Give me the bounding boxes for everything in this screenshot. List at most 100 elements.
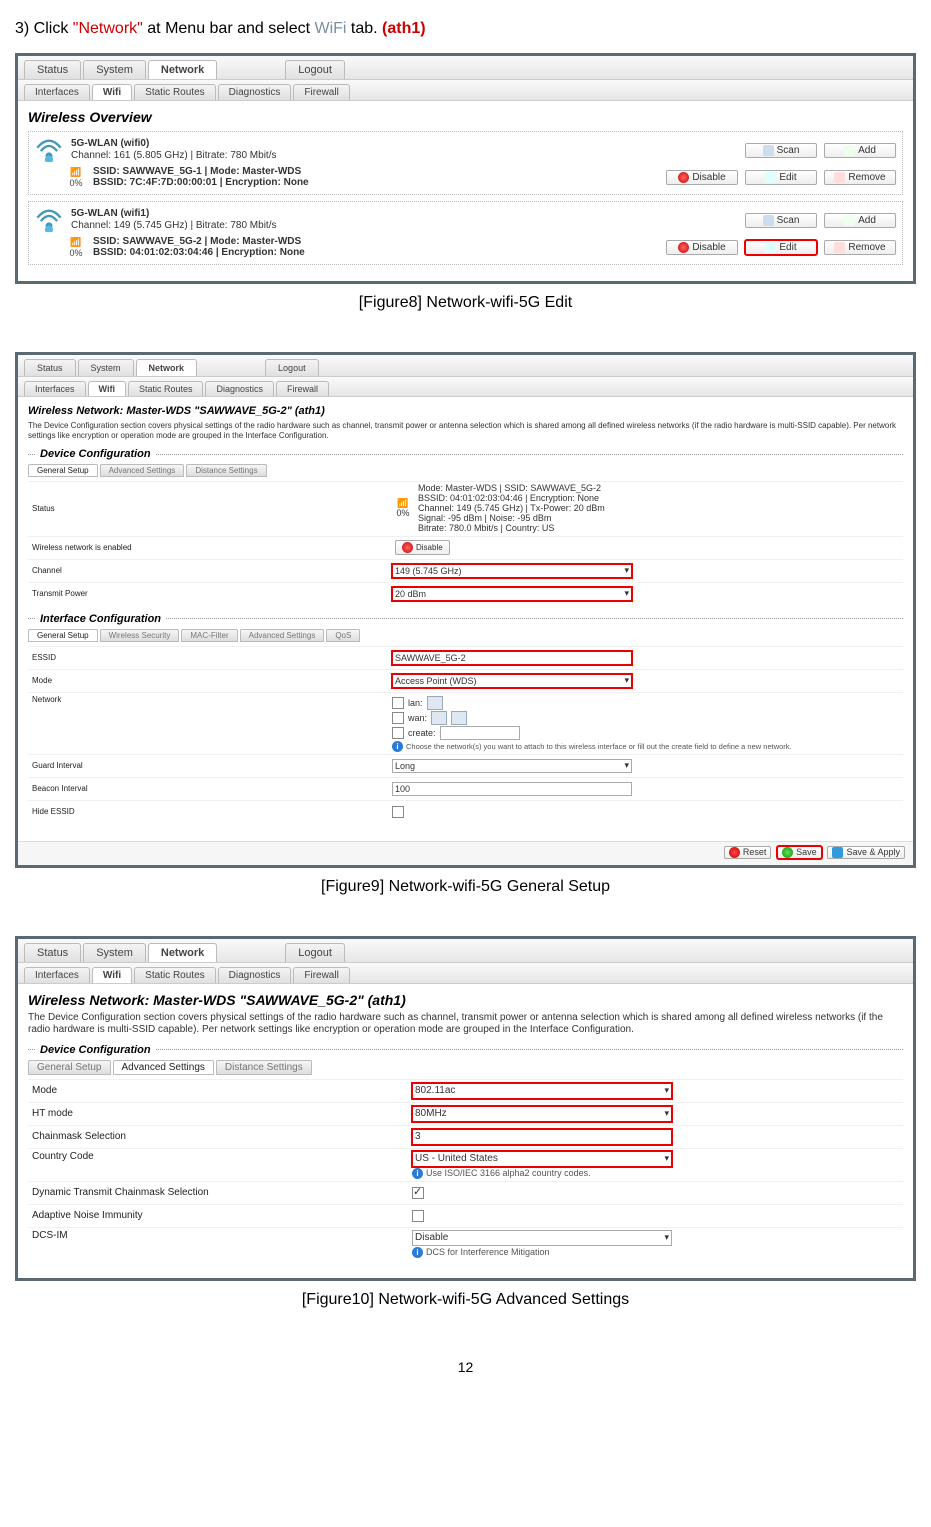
interface-config-section: Interface Configuration General Setup Wi… [28, 613, 903, 825]
lan-badge-icon [427, 696, 443, 710]
tab-network[interactable]: Network [148, 60, 217, 79]
country-code-select[interactable]: US - United States [412, 1151, 672, 1167]
beacon-interval-label: Beacon Interval [28, 784, 392, 793]
subtab-firewall[interactable]: Firewall [293, 967, 349, 983]
tab-distance-settings[interactable]: Distance Settings [186, 464, 266, 477]
instr-wifi: WiFi [314, 20, 346, 37]
tab-logout[interactable]: Logout [265, 359, 319, 376]
tab-general-setup[interactable]: General Setup [28, 1060, 111, 1075]
txpower-select[interactable]: 20 dBm [392, 587, 632, 601]
reset-button[interactable]: Reset [724, 846, 772, 859]
dtcs-checkbox[interactable] [412, 1187, 424, 1199]
mode-select[interactable]: 802.11ac [412, 1083, 672, 1099]
beacon-interval-input[interactable]: 100 [392, 782, 632, 796]
tab-general-setup[interactable]: General Setup [28, 629, 98, 642]
tab-system[interactable]: System [78, 359, 134, 376]
save-apply-button[interactable]: Save & Apply [827, 846, 905, 859]
tab-logout[interactable]: Logout [285, 60, 345, 79]
edit-button-highlighted[interactable]: Edit [745, 240, 817, 255]
tab-advanced-settings[interactable]: Advanced Settings [113, 1060, 214, 1075]
add-icon [844, 215, 855, 226]
subtab-firewall[interactable]: Firewall [293, 84, 349, 100]
lan-checkbox[interactable] [392, 697, 404, 709]
save-button-highlighted[interactable]: Save [777, 846, 822, 859]
subtab-interfaces[interactable]: Interfaces [24, 381, 86, 396]
tab-system[interactable]: System [83, 60, 146, 79]
subtab-wifi[interactable]: Wifi [92, 967, 132, 983]
figure8-caption: [Figure8] Network-wifi-5G Edit [15, 294, 916, 312]
tab-logout[interactable]: Logout [285, 943, 345, 962]
subtab-diagnostics[interactable]: Diagnostics [205, 381, 274, 396]
ani-checkbox[interactable] [412, 1210, 424, 1222]
tab-advanced-settings[interactable]: Advanced Settings [100, 464, 185, 477]
wan-checkbox[interactable] [392, 712, 404, 724]
net-create-label: create: [408, 728, 436, 738]
channel-select[interactable]: 149 (5.745 GHz) [392, 564, 632, 578]
instr-prefix: 3) Click [15, 20, 73, 37]
subtab-interfaces[interactable]: Interfaces [24, 84, 90, 100]
tab-status[interactable]: Status [24, 359, 76, 376]
essid-input[interactable]: SAWWAVE_5G-2 [392, 651, 632, 665]
remove-button[interactable]: Remove [824, 170, 896, 185]
subtab-interfaces[interactable]: Interfaces [24, 967, 90, 983]
tab-network[interactable]: Network [136, 359, 198, 376]
wifi-card-wifi0: 5G-WLAN (wifi0) Channel: 161 (5.805 GHz)… [28, 131, 903, 195]
disable-button[interactable]: Disable [666, 170, 738, 185]
sub-tabs: Interfaces Wifi Static Routes Diagnostic… [18, 963, 913, 984]
edit-icon [765, 242, 776, 253]
figure9-screenshot: Status System Network Logout Interfaces … [15, 352, 916, 868]
create-checkbox[interactable] [392, 727, 404, 739]
tab-mac-filter[interactable]: MAC-Filter [181, 629, 237, 642]
country-code-hint: Use ISO/IEC 3166 alpha2 country codes. [426, 1168, 591, 1178]
subtab-firewall[interactable]: Firewall [276, 381, 329, 396]
subtab-diagnostics[interactable]: Diagnostics [218, 967, 292, 983]
chainmask-input[interactable]: 3 [412, 1129, 672, 1145]
instr-ath: (ath1) [382, 20, 426, 37]
subtab-static-routes[interactable]: Static Routes [134, 967, 215, 983]
tab-network[interactable]: Network [148, 943, 217, 962]
info-icon: i [412, 1247, 423, 1258]
tab-advanced-settings[interactable]: Advanced Settings [240, 629, 325, 642]
add-icon [844, 145, 855, 156]
sub-tabs: Interfaces Wifi Static Routes Diagnostic… [18, 377, 913, 397]
instr-network: "Network" [73, 20, 143, 37]
edit-button[interactable]: Edit [745, 170, 817, 185]
disable-button[interactable]: Disable [666, 240, 738, 255]
disable-button[interactable]: Disable [395, 540, 450, 555]
add-button[interactable]: Add [824, 143, 896, 158]
create-input[interactable] [440, 726, 520, 740]
scan-button[interactable]: Scan [745, 143, 817, 158]
country-code-label: Country Code [28, 1151, 412, 1162]
sub-tabs: Interfaces Wifi Static Routes Diagnostic… [18, 80, 913, 101]
scan-button[interactable]: Scan [745, 213, 817, 228]
tab-status[interactable]: Status [24, 60, 81, 79]
card1-ssid: SSID: SAWWAVE_5G-2 | Mode: Master-WDS [93, 236, 301, 247]
card0-ssid: SSID: SAWWAVE_5G-1 | Mode: Master-WDS [93, 166, 301, 177]
card1-chan: Channel: 149 (5.745 GHz) | Bitrate: 780 … [71, 220, 276, 231]
tab-wireless-security[interactable]: Wireless Security [100, 629, 180, 642]
tab-general-setup[interactable]: General Setup [28, 464, 98, 477]
disable-icon [402, 542, 413, 553]
tab-distance-settings[interactable]: Distance Settings [216, 1060, 312, 1075]
add-button[interactable]: Add [824, 213, 896, 228]
remove-icon [834, 242, 845, 253]
hide-essid-checkbox[interactable] [392, 806, 404, 818]
tab-system[interactable]: System [83, 943, 146, 962]
signal-icon: 📶0% [65, 237, 87, 258]
signal-icon: 📶0% [65, 167, 87, 188]
subtab-static-routes[interactable]: Static Routes [134, 84, 215, 100]
dcs-select[interactable]: Disable [412, 1230, 672, 1246]
mode-select[interactable]: Access Point (WDS) [392, 674, 632, 688]
tab-status[interactable]: Status [24, 943, 81, 962]
subtab-wifi[interactable]: Wifi [88, 381, 126, 396]
signal-icon: 📶0% [392, 499, 414, 519]
htmode-select[interactable]: 80MHz [412, 1106, 672, 1122]
guard-interval-select[interactable]: Long [392, 759, 632, 773]
subtab-diagnostics[interactable]: Diagnostics [218, 84, 292, 100]
remove-button[interactable]: Remove [824, 240, 896, 255]
enabled-label: Wireless network is enabled [28, 543, 392, 552]
tab-qos[interactable]: QoS [326, 629, 360, 642]
subtab-wifi[interactable]: Wifi [92, 84, 132, 100]
reset-icon [729, 847, 740, 858]
subtab-static-routes[interactable]: Static Routes [128, 381, 204, 396]
